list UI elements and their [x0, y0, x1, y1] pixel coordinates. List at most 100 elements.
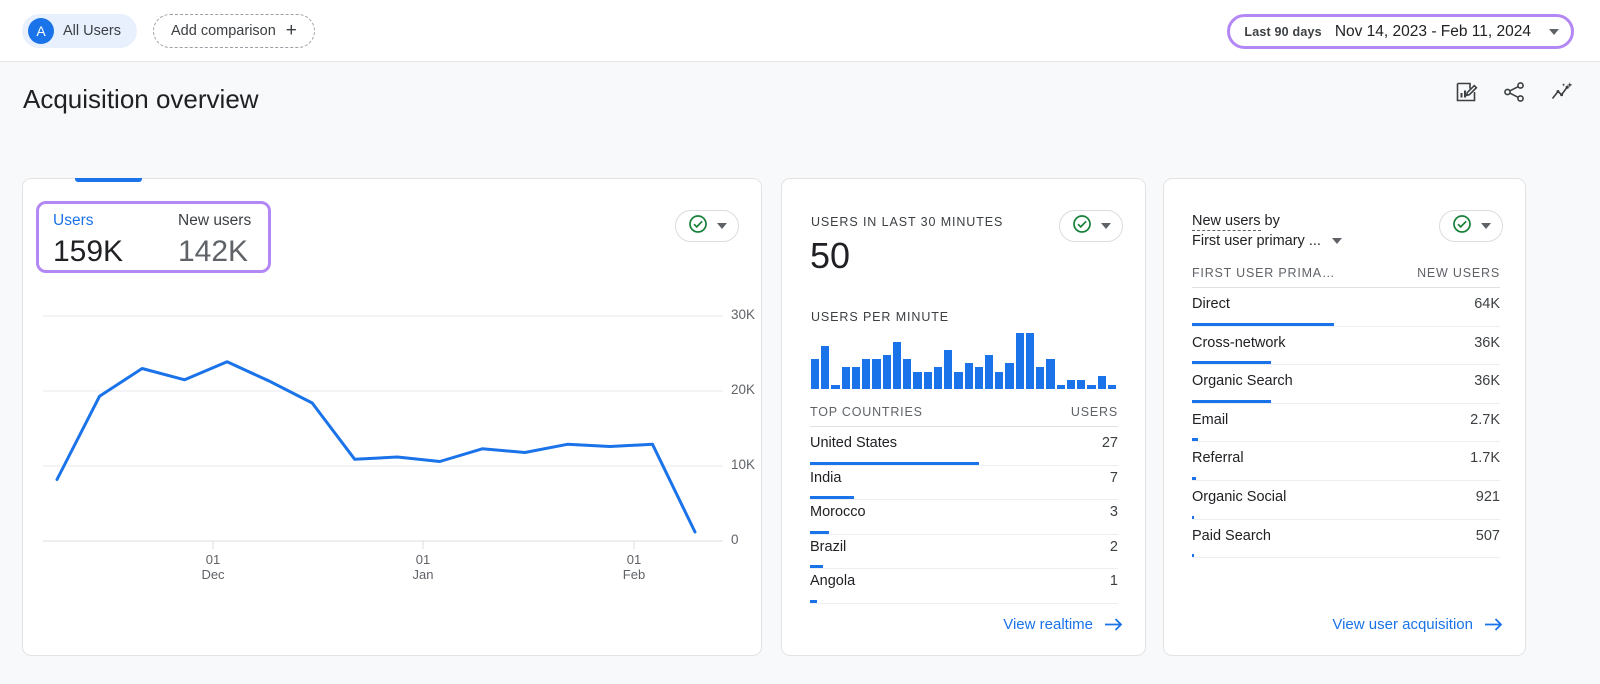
row-value: 27: [1101, 435, 1118, 451]
metric-new-users-value: 142K: [178, 235, 249, 268]
table-row[interactable]: Morocco 3: [810, 500, 1118, 535]
row-progress-bar: [1192, 515, 1195, 519]
table-row[interactable]: Brazil 2: [810, 535, 1118, 569]
x-axis-tick-2: 01 Feb: [622, 552, 646, 582]
date-range-preset: Last 90 days: [1244, 24, 1322, 39]
header-actions: [1454, 80, 1574, 109]
row-progress-bar: [1192, 399, 1272, 403]
users-per-minute-bar: [903, 358, 912, 389]
users-per-minute-bar: [1015, 333, 1024, 389]
users-per-minute-bar: [954, 371, 963, 389]
users-per-minute-bar: [984, 354, 994, 389]
users-overview-card: Users 159K New users 142K 0 10K 20K 30K 01 D…: [22, 178, 762, 656]
audience-chip-label: All Users: [63, 22, 122, 39]
row-label: Cross-network: [1192, 334, 1286, 351]
chevron-down-icon: [1331, 238, 1342, 245]
row-label: Morocco: [810, 504, 866, 520]
users-per-minute-bar: [1077, 380, 1086, 389]
chart-gridlines: [43, 315, 723, 542]
row-value: 507: [1475, 527, 1500, 544]
users-line-path: [55, 360, 697, 534]
check-circle-icon: [1072, 214, 1092, 239]
realtime-card-status-menu[interactable]: [1059, 210, 1123, 242]
row-value: 921: [1475, 489, 1500, 505]
table-row[interactable]: Direct 64K: [1192, 292, 1500, 327]
chevron-down-icon: [1549, 28, 1559, 35]
users-card-status-menu[interactable]: [675, 210, 739, 242]
metric-new-users-label: New users: [178, 212, 252, 229]
check-circle-icon: [688, 214, 708, 239]
plus-icon: +: [285, 20, 297, 41]
add-comparison-label: Add comparison: [171, 22, 276, 39]
row-label: Direct: [1192, 296, 1230, 312]
users-per-minute-bar: [1036, 367, 1045, 389]
table-row[interactable]: Organic Search 36K: [1192, 369, 1500, 404]
edit-report-icon[interactable]: [1454, 80, 1478, 109]
table-row[interactable]: Angola 1: [810, 569, 1118, 604]
y-axis-tick-1: 10K: [731, 457, 756, 472]
x-axis-tick-0: 01 Dec: [201, 552, 225, 582]
users-per-minute-bar: [1107, 384, 1117, 389]
y-axis-tick-0: 0: [731, 532, 739, 547]
users-per-minute-label: USERS PER MINUTE: [811, 310, 950, 324]
arrow-right-icon: [1105, 618, 1123, 631]
realtime-users-value: 50: [810, 235, 851, 276]
x-axis-tick-1: 01 Jan: [412, 552, 434, 582]
table-row[interactable]: Organic Social 921: [1192, 485, 1500, 520]
view-realtime-link[interactable]: View realtime: [1003, 616, 1123, 633]
row-progress-bar: [1192, 322, 1334, 326]
realtime-card: USERS IN LAST 30 MINUTES 50 USERS PER MI…: [781, 178, 1146, 656]
row-value: 36K: [1474, 373, 1500, 390]
date-range-selector[interactable]: Last 90 days Nov 14, 2023 - Feb 11, 2024: [1227, 14, 1574, 49]
users-per-minute-bar: [974, 367, 983, 389]
users-per-minute-bar: [1087, 384, 1096, 389]
users-per-minute-bar: [933, 367, 943, 389]
users-per-minute-bar: [1056, 384, 1065, 389]
users-per-minute-bar: [882, 354, 891, 389]
add-comparison-button[interactable]: Add comparison +: [153, 13, 315, 48]
table-row[interactable]: Cross-network 36K: [1192, 331, 1500, 366]
users-col-label: USERS: [1070, 405, 1118, 419]
users-per-minute-bar: [831, 384, 840, 389]
new-users-by-channel-card: New users by First user primary ... FIRS…: [1163, 178, 1526, 656]
row-label: India: [810, 469, 842, 486]
metric-users-label: Users: [53, 212, 94, 229]
insights-icon[interactable]: [1550, 80, 1574, 109]
y-axis-tick-2: 20K: [731, 382, 756, 397]
table-row[interactable]: India 7: [810, 466, 1118, 500]
users-per-minute-bar: [811, 358, 820, 389]
new-users-metric-label: New users: [1192, 213, 1261, 231]
table-row[interactable]: Email 2.7K: [1192, 408, 1500, 443]
audience-chip-all-users[interactable]: A All Users: [22, 13, 138, 48]
new-users-dimension-label: First user primary ...: [1192, 233, 1321, 249]
row-value: 2: [1109, 538, 1118, 555]
users-per-minute-bar: [995, 371, 1004, 389]
users-per-minute-bar-chart: [811, 333, 1117, 389]
row-label: Brazil: [810, 538, 847, 555]
users-per-minute-bar: [923, 371, 932, 389]
view-user-acquisition-link[interactable]: View user acquisition: [1332, 616, 1503, 633]
row-progress-bar: [1192, 554, 1195, 558]
table-row[interactable]: Paid Search 507: [1192, 524, 1500, 559]
row-value: 2.7K: [1470, 411, 1500, 428]
users-per-minute-bar: [862, 358, 871, 389]
new-users-card-status-menu[interactable]: [1439, 210, 1503, 242]
row-progress-bar: [1192, 361, 1272, 365]
users-per-minute-bar: [872, 358, 881, 389]
users-per-minute-bar: [892, 341, 902, 389]
new-users-dimension-selector[interactable]: New users by First user primary ...: [1192, 211, 1407, 251]
channel-col-label: FIRST USER PRIMA…: [1192, 266, 1336, 280]
metric-new-users[interactable]: New users 142K: [178, 211, 251, 271]
chart-axis-ticks: [43, 540, 723, 549]
audience-avatar: A: [28, 17, 54, 44]
metric-users[interactable]: Users 159K: [53, 211, 123, 271]
table-row[interactable]: United States 27: [810, 431, 1118, 466]
new-users-col-label: NEW USERS: [1417, 266, 1500, 280]
row-progress-bar: [810, 496, 855, 499]
users-per-minute-bar: [1025, 333, 1035, 389]
share-icon[interactable]: [1502, 80, 1526, 109]
row-label: United States: [810, 435, 898, 451]
row-progress-bar: [810, 530, 829, 534]
users-per-minute-bar: [851, 367, 861, 389]
table-row[interactable]: Referral 1.7K: [1192, 446, 1500, 481]
